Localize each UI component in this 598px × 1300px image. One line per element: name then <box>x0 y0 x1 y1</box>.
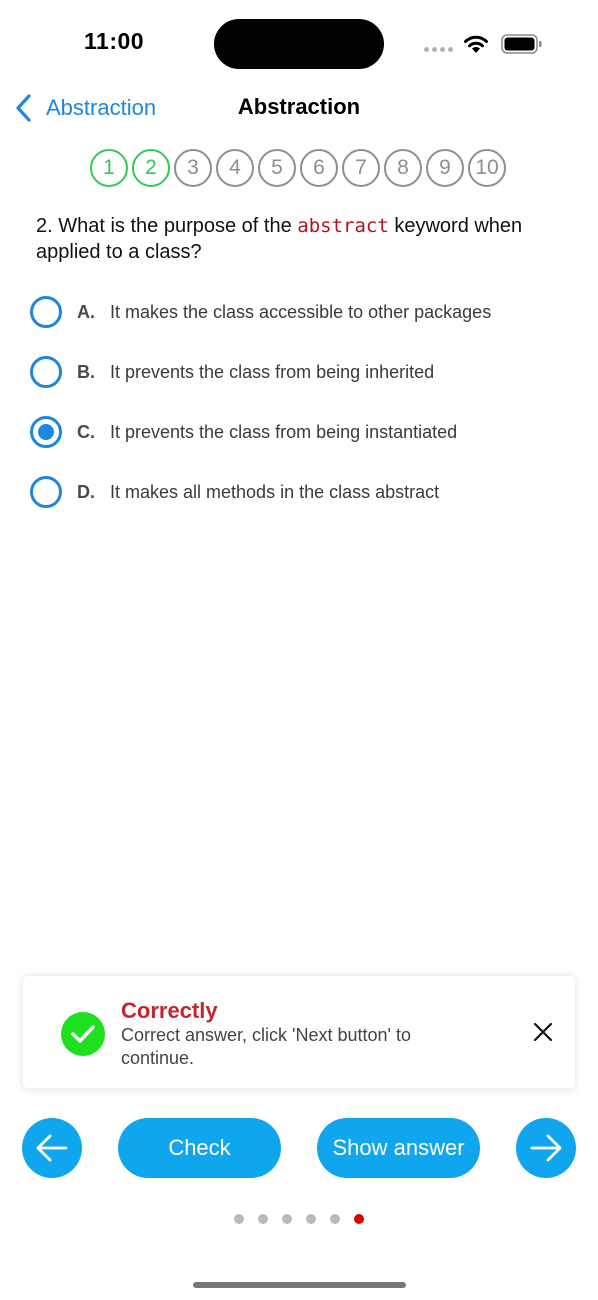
radio-button-a[interactable] <box>30 296 62 328</box>
option-text: It prevents the class from being instant… <box>110 421 458 442</box>
option-d[interactable]: D. It makes all methods in the class abs… <box>30 472 590 512</box>
page-dot[interactable] <box>330 1214 340 1224</box>
answer-options: A. It makes the class accessible to othe… <box>30 292 590 532</box>
option-letter: C. <box>77 421 95 442</box>
page-dot[interactable] <box>282 1214 292 1224</box>
home-indicator[interactable] <box>193 1282 406 1288</box>
navigation-bar: Abstraction Abstraction <box>0 88 598 128</box>
toast-message: Correct answer, click 'Next button' to c… <box>121 1025 411 1068</box>
toast-title: Correctly <box>121 998 218 1023</box>
cellular-signal-icon <box>424 47 453 52</box>
option-text: It makes all methods in the class abstra… <box>110 481 440 502</box>
option-text: It makes the class accessible to other p… <box>110 301 492 322</box>
check-button[interactable]: Check <box>118 1118 281 1178</box>
radio-button-d[interactable] <box>30 476 62 508</box>
option-letter: D. <box>77 481 95 502</box>
step-7[interactable]: 7 <box>342 149 380 187</box>
battery-icon <box>501 34 542 54</box>
radio-button-b[interactable] <box>30 356 62 388</box>
radio-button-c[interactable] <box>30 416 62 448</box>
step-1[interactable]: 1 <box>90 149 128 187</box>
arrow-left-icon <box>36 1134 68 1162</box>
question-code-keyword: abstract <box>297 215 389 237</box>
arrow-right-icon <box>530 1134 562 1162</box>
page-dot-active[interactable] <box>354 1214 364 1224</box>
option-a[interactable]: A. It makes the class accessible to othe… <box>30 292 590 332</box>
step-9[interactable]: 9 <box>426 149 464 187</box>
question-prefix: 2. What is the purpose of the <box>36 215 298 237</box>
option-b[interactable]: B. It prevents the class from being inhe… <box>30 352 590 392</box>
show-answer-button[interactable]: Show answer <box>317 1118 480 1178</box>
step-3[interactable]: 3 <box>174 149 212 187</box>
step-5[interactable]: 5 <box>258 149 296 187</box>
step-8[interactable]: 8 <box>384 149 422 187</box>
result-toast: Correctly Correct answer, click 'Next bu… <box>22 975 576 1089</box>
option-letter: A. <box>77 301 95 322</box>
previous-button[interactable] <box>22 1118 82 1178</box>
wifi-icon <box>464 35 488 53</box>
option-letter: B. <box>77 361 95 382</box>
dynamic-island <box>214 19 384 69</box>
success-check-icon <box>61 1012 105 1056</box>
page-dot[interactable] <box>234 1214 244 1224</box>
page-dot[interactable] <box>306 1214 316 1224</box>
step-6[interactable]: 6 <box>300 149 338 187</box>
step-10[interactable]: 10 <box>468 149 506 187</box>
step-4[interactable]: 4 <box>216 149 254 187</box>
close-icon[interactable] <box>531 1020 555 1044</box>
question-text: 2. What is the purpose of the abstract k… <box>36 213 576 265</box>
question-stepper: 1 2 3 4 5 6 7 8 9 10 <box>90 149 506 187</box>
page-indicator <box>234 1214 364 1224</box>
page-dot[interactable] <box>258 1214 268 1224</box>
step-2[interactable]: 2 <box>132 149 170 187</box>
page-title: Abstraction <box>237 94 361 119</box>
option-c[interactable]: C. It prevents the class from being inst… <box>30 412 590 452</box>
status-bar: 11:00 <box>0 0 598 88</box>
next-button[interactable] <box>516 1118 576 1178</box>
status-time: 11:00 <box>84 28 145 54</box>
option-text: It prevents the class from being inherit… <box>110 361 435 382</box>
